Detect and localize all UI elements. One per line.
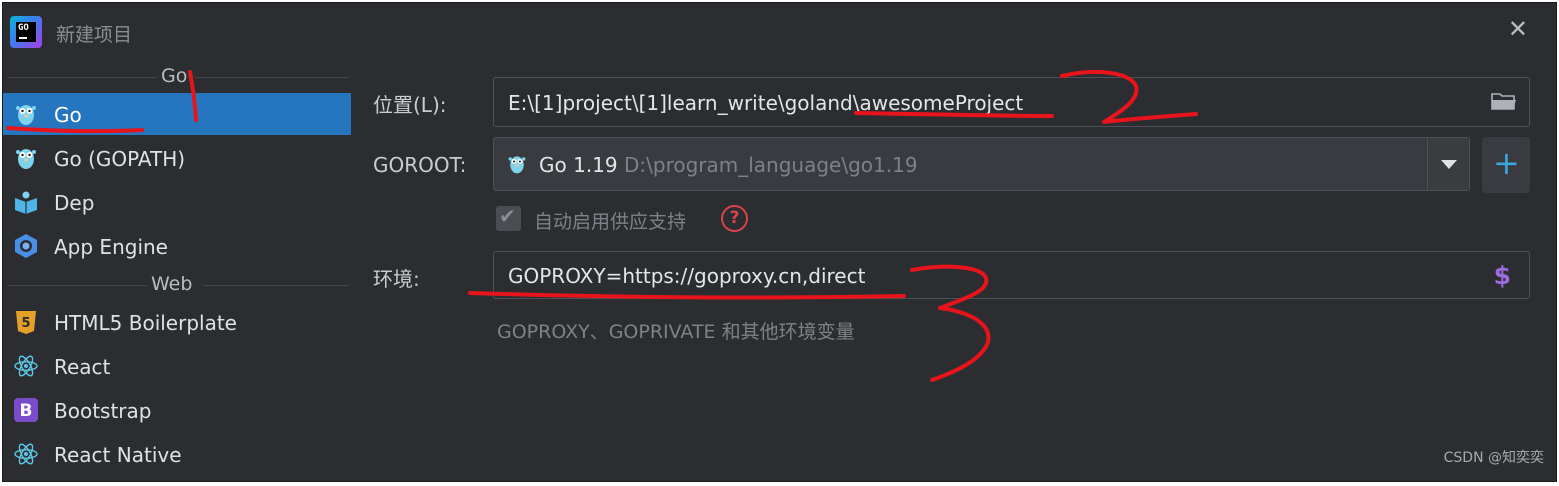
gopher-icon (16, 105, 36, 125)
goroot-path: D:\program_language\go1.19 (624, 153, 918, 177)
dollar-icon[interactable]: $ (1494, 261, 1511, 290)
project-settings-form: 位置(L): E:\[1]project\[1]learn_write\gola… (351, 57, 1556, 481)
sidebar-item-html5-boilerplate[interactable]: 5 HTML5 Boilerplate (3, 301, 351, 343)
sidebar-item-dep[interactable]: Dep (3, 181, 351, 223)
goroot-dropdown-button[interactable] (1427, 138, 1469, 190)
dialog-title: 新建项目 (56, 24, 133, 46)
environment-hint: GOPROXY、GOPRIVATE 和其他环境变量 (497, 321, 855, 343)
sidebar-item-label: React (54, 355, 111, 379)
sidebar-item-label: HTML5 Boilerplate (54, 311, 237, 335)
sidebar-item-label: Dep (54, 191, 95, 215)
location-label: 位置(L): (373, 93, 447, 117)
svg-text:B: B (20, 401, 33, 421)
plus-icon: + (1493, 144, 1520, 182)
sidebar-item-react[interactable]: React (3, 345, 351, 387)
react-icon (14, 443, 38, 465)
gopher-icon (16, 149, 36, 169)
goland-logo-icon: GO (10, 16, 42, 48)
sidebar-item-bootstrap[interactable]: B Bootstrap (3, 389, 351, 431)
location-field[interactable]: E:\[1]project\[1]learn_write\goland\awes… (493, 77, 1530, 127)
goroot-select[interactable]: Go 1.19 D:\program_language\go1.19 (493, 137, 1470, 191)
location-value: E:\[1]project\[1]learn_write\goland\awes… (508, 91, 1024, 115)
sidebar-item-react-native[interactable]: React Native (3, 433, 351, 475)
dep-icon (15, 191, 37, 214)
project-type-sidebar: Go Go Go (GOPATH) Dep App Engine Web 5 H… (3, 57, 351, 481)
help-icon[interactable]: ? (721, 205, 748, 232)
sidebar-item-label: Go (GOPATH) (54, 147, 186, 171)
environment-field[interactable]: GOPROXY=https://goproxy.cn,direct $ (493, 251, 1530, 299)
app-engine-icon (15, 234, 37, 258)
goroot-version: Go 1.19 (539, 153, 618, 177)
sidebar-item-app-engine[interactable]: App Engine (3, 225, 351, 267)
section-header-web: Web (3, 273, 351, 297)
folder-icon[interactable] (1491, 91, 1517, 111)
vendoring-checkbox[interactable]: ✔ (496, 204, 521, 231)
react-icon (14, 355, 38, 377)
vendoring-label: 自动启用供应支持 (534, 211, 687, 233)
sidebar-item-label: React Native (54, 443, 182, 467)
add-sdk-button[interactable]: + (1482, 137, 1530, 193)
title-bar: GO 新建项目 ✕ (3, 3, 1556, 57)
watermark: CSDN @知奕奕 (1443, 450, 1544, 466)
section-header-go: Go (3, 65, 351, 89)
environment-value: GOPROXY=https://goproxy.cn,direct (508, 264, 866, 288)
sidebar-item-label: Go (54, 103, 82, 127)
new-project-dialog: GO 新建项目 ✕ Go Go Go (GOPATH) Dep App Engi… (2, 2, 1557, 482)
environment-label: 环境: (373, 267, 420, 291)
chevron-down-icon (1441, 160, 1457, 169)
sidebar-item-go-gopath[interactable]: Go (GOPATH) (3, 137, 351, 179)
bootstrap-icon: B (14, 398, 38, 422)
gopher-icon (508, 156, 526, 174)
svg-text:5: 5 (21, 316, 30, 331)
html5-icon: 5 (16, 311, 36, 334)
close-button[interactable]: ✕ (1508, 17, 1528, 41)
sidebar-item-label: Bootstrap (54, 399, 152, 423)
goroot-label: GOROOT: (373, 153, 467, 177)
checkmark-icon: ✔ (499, 204, 516, 228)
sidebar-item-go[interactable]: Go (3, 93, 351, 135)
sidebar-item-label: App Engine (54, 235, 168, 259)
